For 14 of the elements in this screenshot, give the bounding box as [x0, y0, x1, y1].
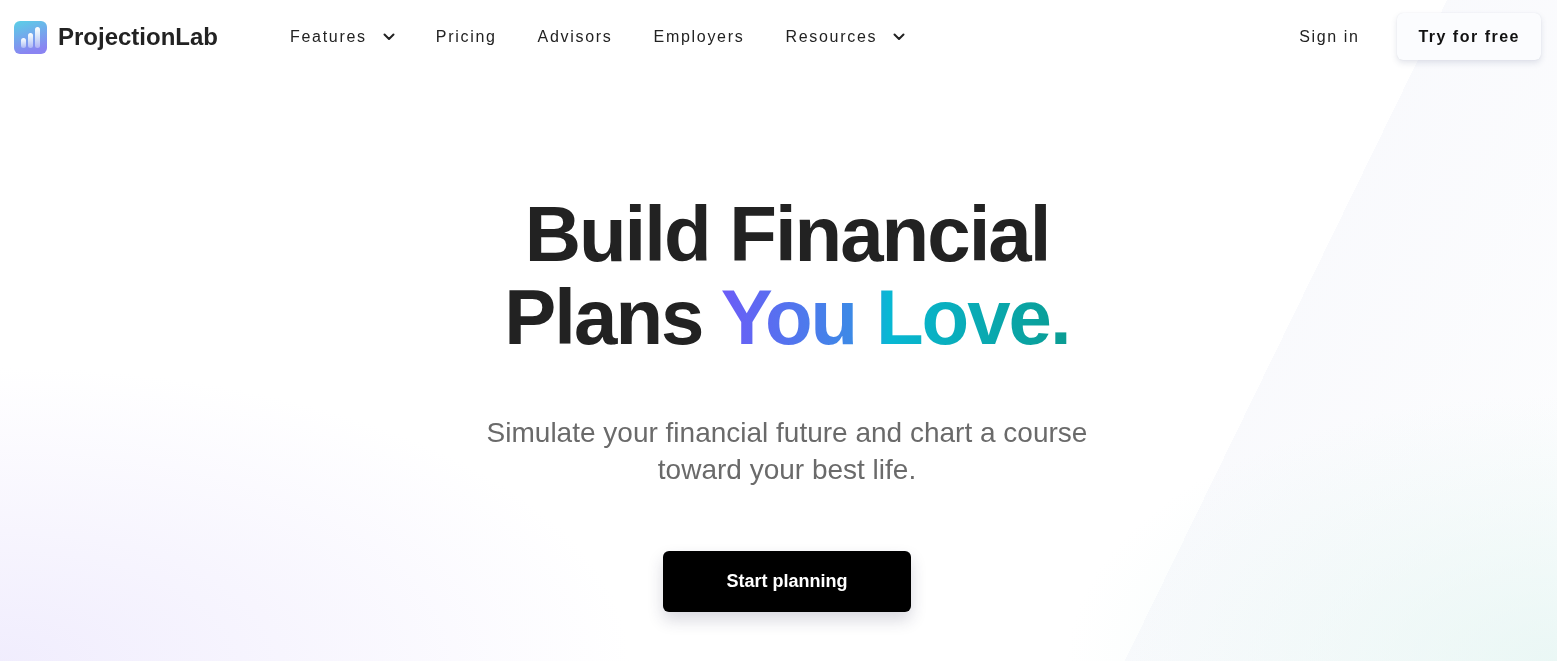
start-planning-button[interactable]: Start planning	[663, 551, 911, 612]
nav-link[interactable]: Employers	[653, 24, 745, 50]
hero-headline: Build Financial Plans You Love.	[503, 193, 1071, 359]
try-free-button[interactable]: Try for free	[1397, 13, 1541, 60]
nav-dropdown[interactable]: Resources	[785, 24, 906, 50]
nav-link[interactable]: Pricing	[435, 24, 497, 50]
nav-dropdown[interactable]: Features	[290, 24, 395, 50]
logo-link[interactable]: ProjectionLab	[14, 20, 219, 54]
bar-chart-logo-icon	[14, 20, 47, 54]
nav-link[interactable]: Advisors	[537, 24, 613, 50]
hero-subtitle: Simulate your financial future and chart a course toward your best life.	[485, 416, 1089, 487]
chevron-down-icon	[893, 33, 906, 41]
sign-in-link[interactable]: Sign in	[1299, 24, 1360, 50]
chevron-down-icon	[382, 33, 395, 41]
